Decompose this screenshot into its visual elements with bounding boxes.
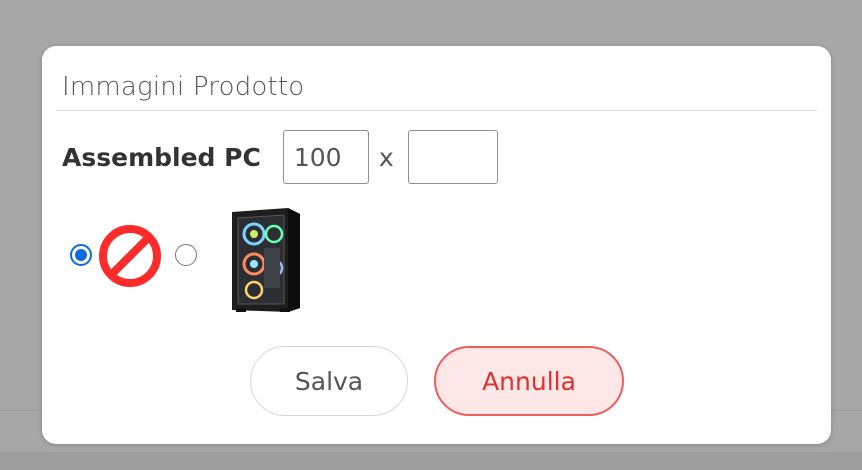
product-name-label: Assembled PC xyxy=(62,142,261,172)
product-images-dialog: Immagini Prodotto Assembled PC x xyxy=(42,46,831,444)
product-size-row: Assembled PC x xyxy=(62,128,498,186)
pc-case-image[interactable] xyxy=(218,206,308,314)
pc-image-radio[interactable] xyxy=(175,244,197,266)
image-options xyxy=(64,206,364,316)
no-image-radio[interactable] xyxy=(70,244,92,266)
title-divider xyxy=(56,110,817,111)
dialog-title: Immagini Prodotto xyxy=(62,72,305,102)
prohibited-circle-icon[interactable] xyxy=(98,224,162,288)
dimension-separator: x xyxy=(378,142,394,172)
width-input[interactable] xyxy=(282,130,369,184)
backdrop-strip xyxy=(0,452,862,470)
height-input[interactable] xyxy=(407,130,498,184)
cancel-button[interactable]: Annulla xyxy=(434,346,624,416)
save-button[interactable]: Salva xyxy=(250,346,408,416)
